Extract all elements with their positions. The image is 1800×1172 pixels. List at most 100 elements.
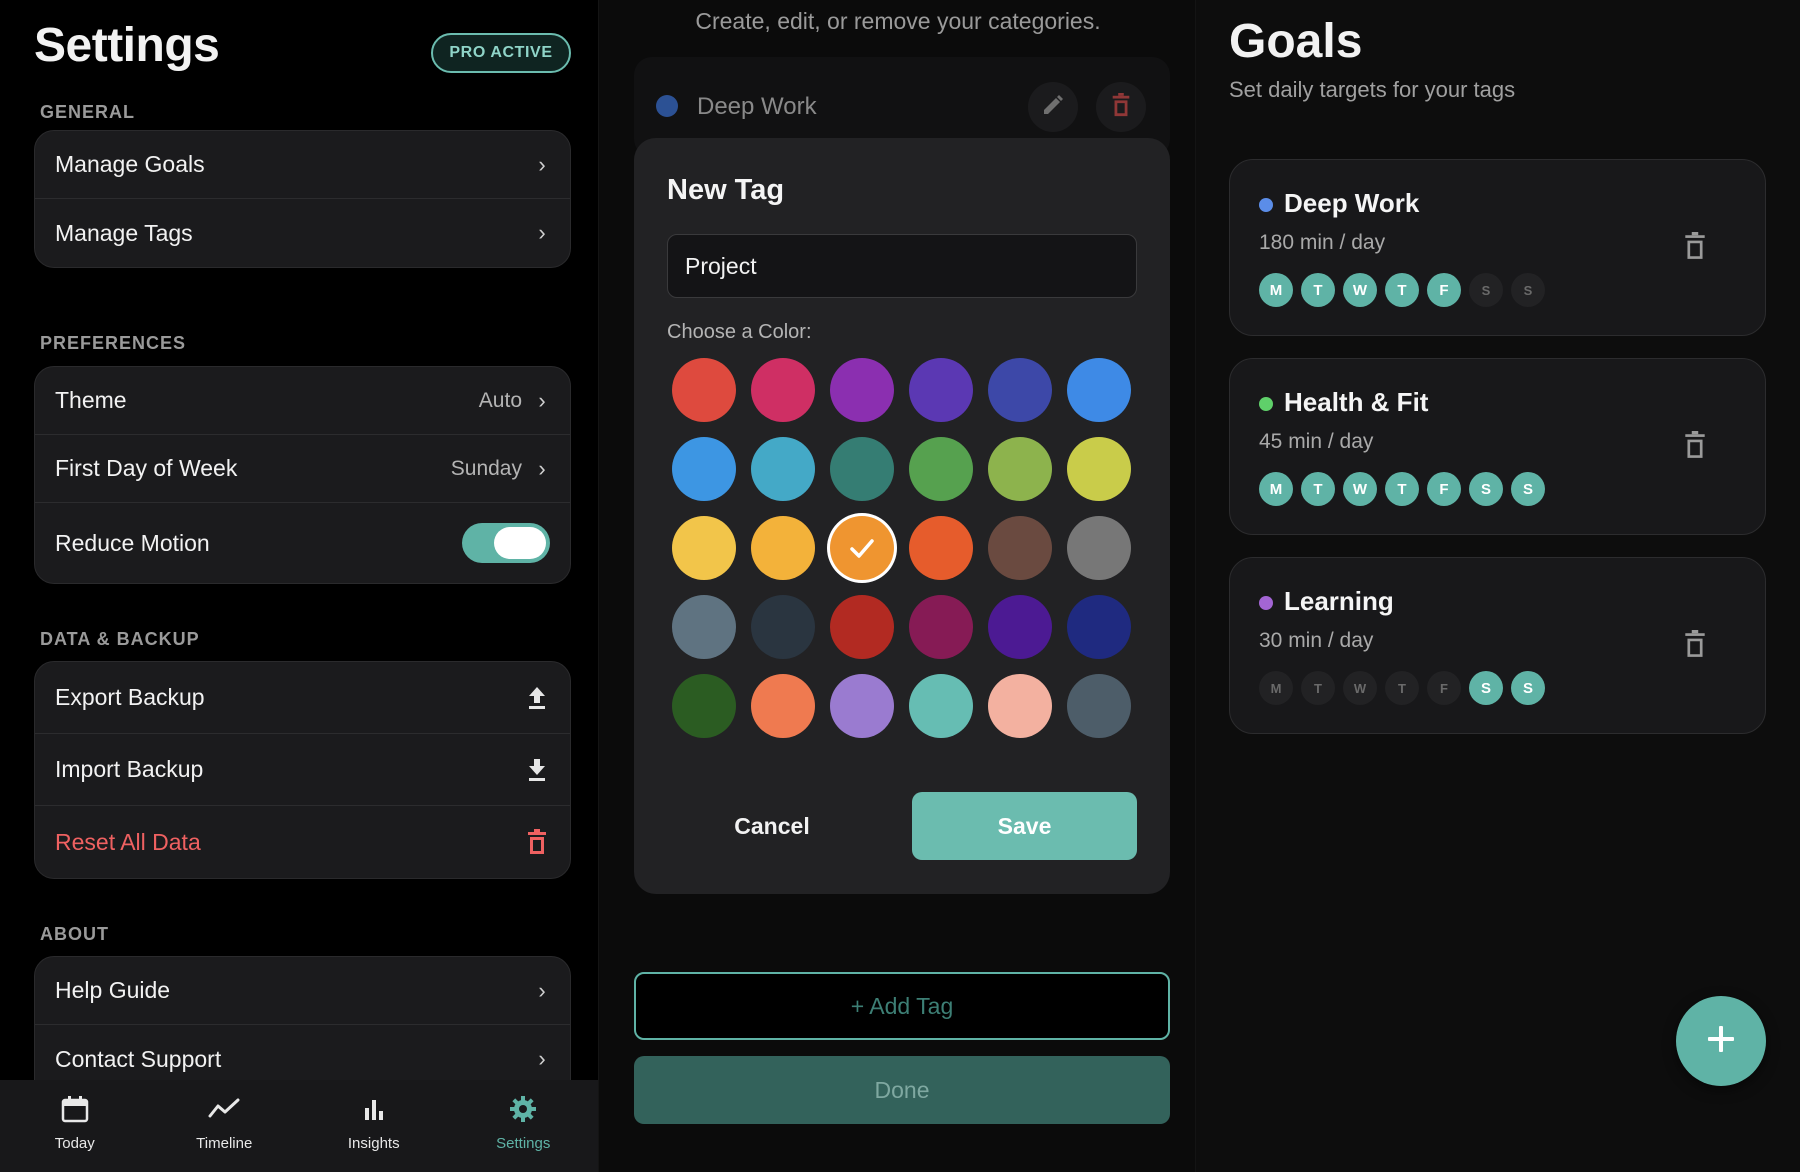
color-swatch[interactable] (751, 674, 815, 738)
color-swatch[interactable] (1067, 437, 1131, 501)
goal-color-dot (1259, 198, 1273, 212)
done-button[interactable]: Done (634, 1056, 1170, 1124)
help-guide-row[interactable]: Help Guide › (35, 957, 570, 1025)
bar-chart-icon (359, 1094, 389, 1129)
section-label-preferences: PREFERENCES (40, 333, 187, 353)
color-swatch[interactable] (672, 437, 736, 501)
color-swatch[interactable] (988, 674, 1052, 738)
color-swatch[interactable] (672, 516, 736, 580)
goal-card[interactable]: Health & Fit 45 min / day MTWTFSS (1229, 358, 1766, 535)
goal-name: Deep Work (1284, 188, 1420, 218)
export-backup-row[interactable]: Export Backup (35, 662, 570, 734)
chevron-right-icon: › (538, 387, 546, 413)
day-chip[interactable]: M (1259, 472, 1293, 506)
color-swatch[interactable] (1067, 674, 1131, 738)
reset-all-data-row[interactable]: Reset All Data (35, 806, 570, 878)
color-swatch[interactable] (672, 595, 736, 659)
color-swatch[interactable] (830, 358, 894, 422)
pencil-icon (1041, 93, 1065, 122)
goal-card[interactable]: Deep Work 180 min / day MTWTFSS (1229, 159, 1766, 336)
manage-tags-row[interactable]: Manage Tags › (35, 199, 570, 267)
day-chip[interactable]: T (1385, 273, 1419, 307)
goal-color-dot (1259, 397, 1273, 411)
day-chip[interactable]: W (1343, 273, 1377, 307)
tab-timeline[interactable]: Timeline (169, 1094, 279, 1152)
row-label: Theme (55, 387, 127, 413)
day-chip[interactable]: S (1469, 273, 1503, 307)
color-swatch[interactable] (830, 437, 894, 501)
color-swatch[interactable] (830, 595, 894, 659)
color-swatch[interactable] (751, 595, 815, 659)
manage-goals-row[interactable]: Manage Goals › (35, 131, 570, 199)
tab-insights[interactable]: Insights (319, 1094, 429, 1152)
color-swatch[interactable] (988, 358, 1052, 422)
color-picker-label: Choose a Color: (667, 321, 812, 343)
tab-today[interactable]: Today (20, 1094, 130, 1152)
add-goal-button[interactable] (1676, 996, 1766, 1086)
edit-tag-button[interactable] (1028, 82, 1078, 132)
color-swatch[interactable] (988, 595, 1052, 659)
calendar-icon (60, 1094, 90, 1129)
day-chip[interactable]: S (1511, 273, 1545, 307)
tag-name-input[interactable] (667, 234, 1137, 298)
day-chip[interactable]: F (1427, 671, 1461, 705)
delete-tag-button[interactable] (1096, 82, 1146, 132)
day-chip[interactable]: F (1427, 472, 1461, 506)
reduce-motion-toggle[interactable] (462, 523, 550, 563)
add-tag-button[interactable]: + Add Tag (634, 972, 1170, 1040)
color-swatch[interactable] (751, 437, 815, 501)
pro-status-badge: PRO ACTIVE (431, 33, 571, 73)
first-day-row[interactable]: First Day of Week Sunday › (35, 435, 570, 503)
day-chip[interactable]: W (1343, 472, 1377, 506)
checkmark-icon (850, 539, 874, 558)
tag-color-dot (656, 95, 678, 117)
trash-icon[interactable] (1684, 232, 1706, 265)
color-swatch[interactable] (751, 516, 815, 580)
goal-card[interactable]: Learning 30 min / day MTWTFSS (1229, 557, 1766, 734)
goal-target: 45 min / day (1259, 430, 1374, 453)
color-swatch[interactable] (909, 674, 973, 738)
day-chip[interactable]: T (1385, 671, 1419, 705)
color-swatch[interactable] (1067, 358, 1131, 422)
section-label-data-backup: DATA & BACKUP (40, 629, 200, 649)
day-chip[interactable]: S (1511, 671, 1545, 705)
trash-icon[interactable] (1684, 431, 1706, 464)
color-swatch[interactable] (672, 674, 736, 738)
color-swatch[interactable] (909, 595, 973, 659)
day-chip[interactable]: S (1469, 472, 1503, 506)
day-chip[interactable]: T (1301, 472, 1335, 506)
data-backup-group: Export Backup Import Backup Reset All Da… (34, 661, 571, 879)
color-swatch[interactable] (988, 516, 1052, 580)
day-chip[interactable]: T (1301, 273, 1335, 307)
color-swatch[interactable] (909, 358, 973, 422)
day-chip[interactable]: S (1511, 472, 1545, 506)
day-chip[interactable]: M (1259, 671, 1293, 705)
first-day-value: Sunday (450, 456, 522, 480)
color-swatch[interactable] (909, 516, 973, 580)
color-swatch[interactable] (672, 358, 736, 422)
tab-label: Settings (496, 1135, 551, 1152)
day-chip[interactable]: M (1259, 273, 1293, 307)
row-label: Manage Goals (55, 151, 205, 177)
goal-days: MTWTFSS (1259, 273, 1553, 307)
day-chip[interactable]: S (1469, 671, 1503, 705)
day-chip[interactable]: T (1385, 472, 1419, 506)
cancel-button[interactable]: Cancel (667, 792, 877, 860)
import-backup-row[interactable]: Import Backup (35, 734, 570, 806)
theme-row[interactable]: Theme Auto › (35, 367, 570, 435)
trash-icon[interactable] (1684, 630, 1706, 663)
save-button[interactable]: Save (912, 792, 1137, 860)
color-swatch[interactable] (988, 437, 1052, 501)
day-chip[interactable]: T (1301, 671, 1335, 705)
goals-subtitle: Set daily targets for your tags (1229, 77, 1516, 102)
color-swatch[interactable] (751, 358, 815, 422)
day-chip[interactable]: W (1343, 671, 1377, 705)
color-swatch[interactable] (830, 516, 894, 580)
color-swatch[interactable] (830, 674, 894, 738)
chevron-right-icon: › (538, 220, 546, 245)
day-chip[interactable]: F (1427, 273, 1461, 307)
color-swatch[interactable] (1067, 595, 1131, 659)
color-swatch[interactable] (909, 437, 973, 501)
tab-settings[interactable]: Settings (468, 1094, 578, 1152)
color-swatch[interactable] (1067, 516, 1131, 580)
